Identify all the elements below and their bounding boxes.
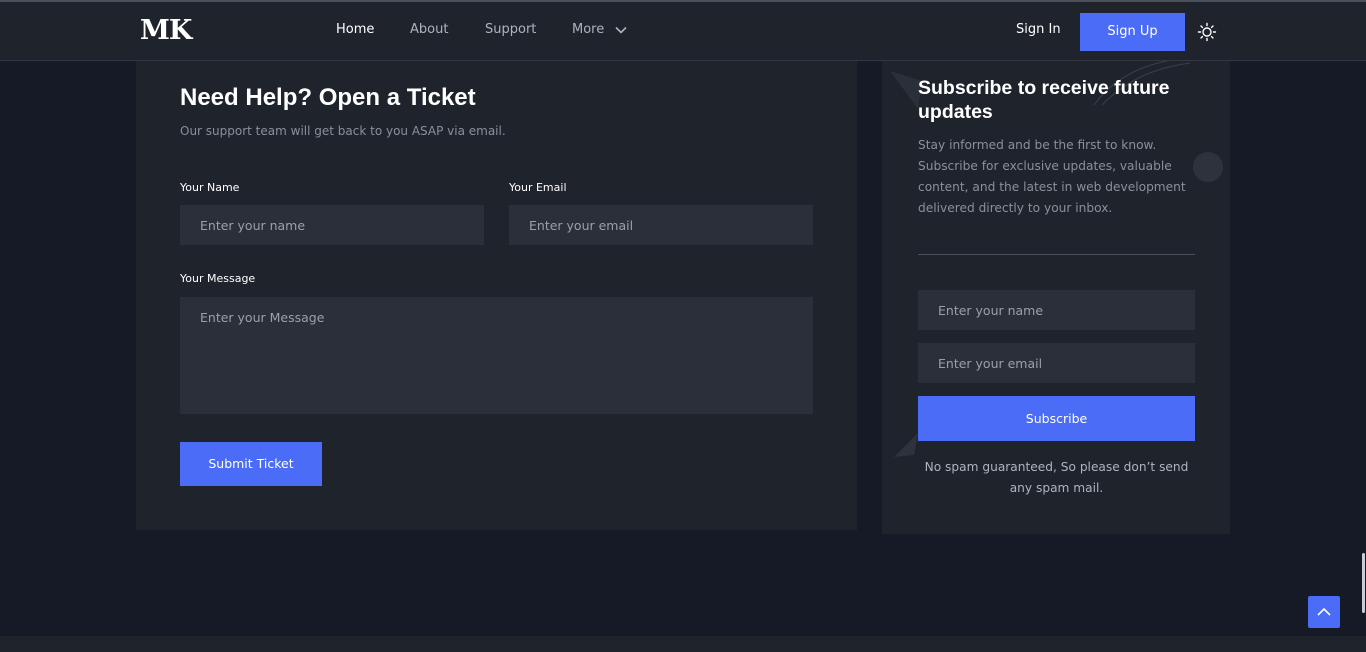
- message-textarea[interactable]: [180, 297, 813, 414]
- subscribe-button[interactable]: Subscribe: [918, 396, 1195, 441]
- sign-in-link[interactable]: Sign In: [1016, 22, 1061, 37]
- ticket-subtitle: Our support team will get back to you AS…: [180, 124, 506, 138]
- logo[interactable]: MK: [140, 15, 192, 46]
- nav-support[interactable]: Support: [485, 22, 536, 37]
- submit-ticket-button[interactable]: Submit Ticket: [180, 442, 322, 486]
- scrollbar-thumb[interactable]: [1362, 553, 1365, 613]
- chevron-up-icon: [1317, 607, 1331, 616]
- sun-icon[interactable]: [1197, 22, 1217, 42]
- nav-home[interactable]: Home: [336, 22, 374, 37]
- nav-more[interactable]: More: [572, 22, 604, 37]
- ticket-title: Need Help? Open a Ticket: [180, 84, 476, 111]
- footer-edge: [0, 636, 1366, 652]
- name-input[interactable]: [180, 205, 484, 245]
- ticket-form-card: Need Help? Open a Ticket Our support tea…: [136, 61, 857, 530]
- nav-about[interactable]: About: [410, 22, 448, 37]
- message-label: Your Message: [180, 272, 256, 285]
- site-header: MK Home About Support More Sign In Sign …: [0, 2, 1366, 61]
- subscribe-name-input[interactable]: [918, 290, 1195, 330]
- chevron-down-icon[interactable]: [615, 26, 627, 34]
- email-label: Your Email: [509, 181, 567, 194]
- page: MK Home About Support More Sign In Sign …: [0, 0, 1366, 652]
- no-spam-note: No spam guaranteed, So please don’t send…: [924, 460, 1189, 495]
- email-input[interactable]: [509, 205, 813, 245]
- back-to-top-button[interactable]: [1308, 596, 1340, 628]
- subscribe-title: Subscribe to receive future updates: [918, 77, 1170, 123]
- sign-up-button[interactable]: Sign Up: [1080, 13, 1185, 51]
- decorative-shape: [894, 433, 918, 457]
- subscribe-description: Stay informed and be the first to know. …: [918, 138, 1186, 215]
- subscribe-card: Subscribe to receive future updates Stay…: [882, 61, 1230, 534]
- subscribe-email-input[interactable]: [918, 343, 1195, 383]
- name-label: Your Name: [180, 181, 240, 194]
- divider: [918, 254, 1195, 255]
